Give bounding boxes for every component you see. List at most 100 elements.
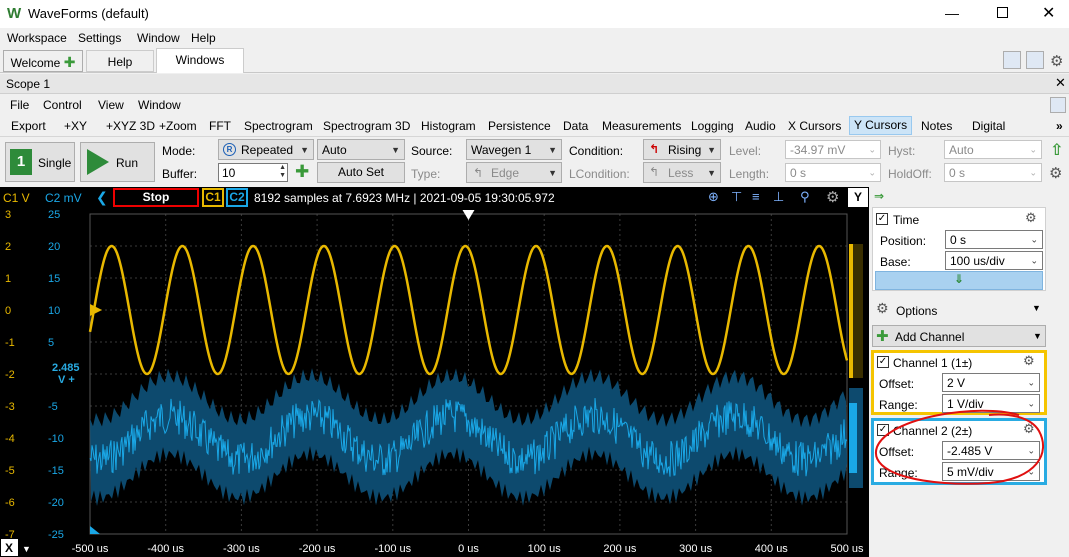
layout-cascade-icon[interactable] [1003,51,1021,69]
c2-tick-label: -10 [48,433,64,445]
scope-menu-view[interactable]: View [98,95,124,115]
tool-export[interactable]: Export [11,116,46,136]
time-checkbox[interactable]: ✓ [876,213,888,225]
chevron-down-icon: ⌄ [1027,377,1035,387]
tab-windows[interactable]: Windows [156,48,244,73]
waveform-plot[interactable]: 3210-1-2-3-4-5-6-7252015105-5-10-15-20-2… [0,208,869,557]
tool-measurements[interactable]: Measurements [602,116,681,136]
close-icon[interactable]: ✕ [1042,3,1055,23]
holdoff-select[interactable]: 0 s ⌄ [944,163,1042,182]
tool-logging[interactable]: Logging [691,116,734,136]
source-select[interactable]: Wavegen 1 ▼ [466,139,562,160]
menu-window[interactable]: Window [137,28,180,48]
scope-menu-window[interactable]: Window [138,95,181,115]
condition-select[interactable]: ↰ Rising ▼ [643,139,721,160]
scope-close-icon[interactable]: ✕ [1055,75,1066,91]
buffer-input[interactable]: 10 ▲ ▼ [218,163,288,182]
source-label: Source: [411,144,453,158]
stop-status: Stop [113,188,199,207]
chevron-left-icon[interactable]: ❮ [96,189,108,206]
tool-data[interactable]: Data [563,116,588,136]
align-middle-icon[interactable]: ≡ [752,189,760,204]
scope-toolbar: Export +XY +XYZ 3D +Zoom FFT Spectrogram… [0,115,1069,137]
restore-icon[interactable] [1050,97,1066,113]
align-top-icon[interactable]: ⊤ [731,189,742,205]
level-select[interactable]: -34.97 mV ⌄ [785,140,881,159]
run-button[interactable]: Run [80,142,155,182]
c1-tick-label: -3 [5,401,15,413]
mode-select[interactable]: R Repeated ▼ [218,139,314,160]
scope-plot[interactable]: 3 2 1 0 -1 -2 -3 -4 -5 -6 -7 25 20 15 10 5 -5 -10 -15 -20 -2… [0,208,869,557]
tool-notes[interactable]: Notes [921,116,952,136]
c1-tag[interactable]: C1 [202,188,224,207]
tool-audio[interactable]: Audio [745,116,776,136]
channel1-offset-select[interactable]: 2 V ⌄ [942,373,1040,392]
plot-gear-icon[interactable]: ⚙ [826,188,839,206]
position-label: Position: [880,234,927,248]
condition-label: Condition: [569,144,624,158]
length-select[interactable]: 0 s ⌄ [785,163,881,182]
scope-title: Scope 1 [6,77,51,91]
c2-unit-label: C2 mV [45,191,82,205]
time-gear-icon[interactable]: ⚙ [1025,211,1037,226]
chevron-down-icon: ▼ [391,144,400,155]
tab-help[interactable]: Help [86,50,154,72]
scope-menu-file[interactable]: File [10,95,29,115]
tab-welcome[interactable]: Welcome ✚ [3,50,83,72]
gear-icon[interactable]: ⚙ [1050,52,1063,70]
chevron-down-icon: ⌄ [1029,167,1037,177]
channel1-checkbox[interactable]: ✓ [877,356,889,368]
scope-menu-control[interactable]: Control [43,95,82,115]
c2-tag[interactable]: C2 [226,188,248,207]
zoom-in-icon[interactable]: ⊕ [708,189,719,205]
stop-status-label: Stop [142,190,170,204]
chevron-right-icon[interactable]: » [1056,116,1063,136]
tool-xy[interactable]: +XY [64,116,87,136]
single-button[interactable]: 1 Single [5,142,75,182]
x-tick-label: -300 us [223,543,260,555]
tool-fft[interactable]: FFT [209,116,231,136]
panel-arrow-icon[interactable]: ⇒ [874,189,884,203]
tool-zoom[interactable]: +Zoom [159,116,197,136]
lcondition-select[interactable]: ↰ Less ▼ [643,162,721,183]
tool-histogram[interactable]: Histogram [421,116,476,136]
trigger-mode-select[interactable]: Auto ▼ [317,139,405,160]
tool-y-cursors[interactable]: Y Cursors [849,116,913,135]
channel1-gear-icon[interactable]: ⚙ [1023,354,1035,369]
base-select[interactable]: 100 us/div ⌄ [945,251,1043,270]
base-value: 100 us/div [950,254,1005,268]
position-select[interactable]: 0 s ⌄ [945,230,1043,249]
c2-tick-label: 20 [48,241,60,253]
options-row[interactable]: ⚙ Options ▼ [872,299,1046,321]
tool-x-cursors[interactable]: X Cursors [788,116,841,136]
tool-digital[interactable]: Digital [972,116,1005,136]
buffer-label: Buffer: [162,167,198,181]
channel1-group: ✓ Channel 1 (1±) ⚙ Offset: 2 V ⌄ Range: … [871,350,1047,415]
tool-xyz3d[interactable]: +XYZ 3D [106,116,155,136]
add-icon[interactable]: ✚ [64,54,76,70]
stepper-icon[interactable]: ▲ ▼ [279,164,286,180]
add-buffer-icon[interactable]: ✚ [295,162,309,182]
add-channel-button[interactable]: ✚ Add Channel ▼ [872,325,1046,347]
menu-workspace[interactable]: Workspace [7,28,67,48]
c1-tick-label: -6 [5,497,15,509]
tool-persistence[interactable]: Persistence [488,116,551,136]
minimize-icon[interactable]: — [945,5,959,21]
maximize-icon[interactable] [997,7,1008,18]
search-icon[interactable]: ⚲ [800,189,810,205]
buffer-value: 10 [222,166,236,180]
align-bottom-icon[interactable]: ⊥ [773,189,784,205]
options-label: Options [896,304,938,318]
trigger-settings-gear-icon[interactable]: ⚙ [1049,164,1062,182]
arrow-up-icon[interactable]: ⇧ [1050,140,1063,160]
autoset-button[interactable]: Auto Set [317,162,405,183]
y-axis-button[interactable]: Y [848,188,868,207]
menu-settings[interactable]: Settings [78,28,121,48]
type-select[interactable]: ↰ Edge ▼ [466,162,562,183]
expand-time-button[interactable]: ⇓ [875,271,1043,290]
tool-spectrogram[interactable]: Spectrogram [244,116,313,136]
layout-tile-icon[interactable] [1026,51,1044,69]
tool-spectrogram3d[interactable]: Spectrogram 3D [323,116,410,136]
hyst-select[interactable]: Auto ⌄ [944,140,1042,159]
menu-help[interactable]: Help [191,28,216,48]
